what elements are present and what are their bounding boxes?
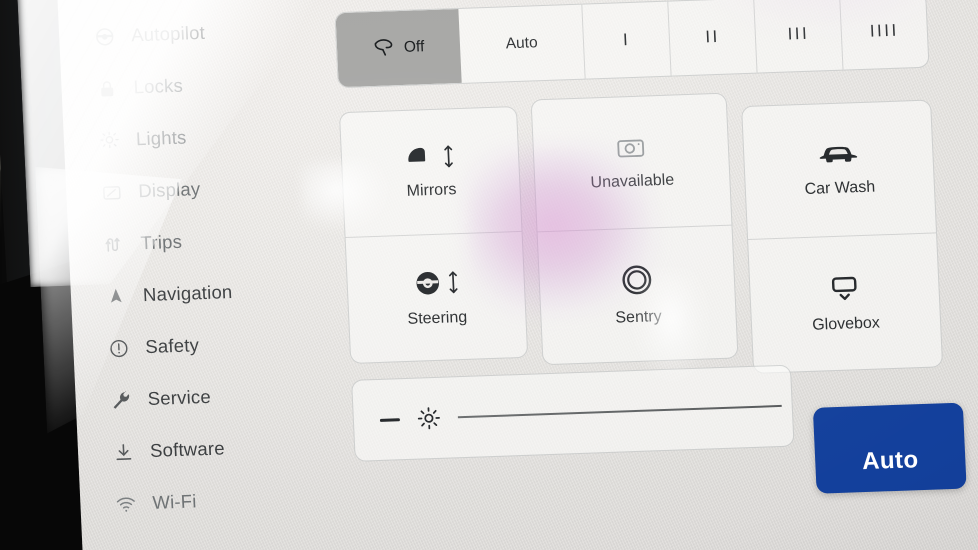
wiper-option-label: III [787, 23, 810, 44]
photo-of-tesla-touchscreen: Autopilot Locks Lights Display Trips Nav… [0, 0, 978, 550]
touchscreen: Autopilot Locks Lights Display Trips Nav… [56, 0, 978, 550]
sidebar-item-autopilot[interactable]: Autopilot [58, 3, 310, 64]
tile-label: Steering [407, 308, 468, 328]
tile-column-middle: Unavailable Sentry [530, 92, 739, 366]
glovebox-tile[interactable]: Glovebox [748, 233, 942, 372]
sidebar-item-safety[interactable]: Safety [72, 315, 324, 376]
steering-tile[interactable]: Steering [346, 232, 528, 363]
wifi-icon [114, 493, 137, 516]
tile-label: Mirrors [406, 181, 457, 200]
sidebar-item-label: Trips [140, 230, 183, 254]
exclamation-circle-icon [107, 337, 130, 360]
sentry-circle-icon [619, 262, 655, 297]
sidebar-item-label: Display [137, 178, 201, 202]
auto-button-label: Auto [861, 446, 920, 476]
controls-tile-grid: Mirrors Steering Unavailable Sentry Car … [338, 86, 944, 374]
sidebar-item-label: Lights [135, 126, 187, 150]
sidebar-item-trips[interactable]: Trips [68, 211, 320, 272]
sidebar-item-label: Autopilot [130, 21, 206, 46]
wrench-icon [109, 389, 132, 412]
tile-column-right: Car Wash Glovebox [741, 99, 944, 374]
sidebar-item-label: Safety [144, 334, 200, 358]
steering-adjust-icon [412, 267, 460, 299]
wiper-option-label: I [622, 30, 631, 50]
mirrors-tile[interactable]: Mirrors [339, 107, 522, 239]
wiper-speed-control: Off Auto I II III IIII [334, 0, 930, 89]
trips-icon [102, 233, 125, 256]
tile-label: Car Wash [804, 178, 876, 198]
glovebox-icon [828, 273, 861, 304]
wiper-option-label: IIII [869, 20, 900, 41]
wiper-option-2[interactable]: II [668, 0, 758, 76]
steering-wheel-icon [93, 25, 116, 48]
wiper-option-label: II [704, 26, 721, 47]
sidebar-item-label: Service [147, 385, 212, 410]
sidebar-item-locks[interactable]: Locks [60, 55, 312, 116]
lock-icon [95, 77, 118, 100]
sidebar-item-label: Locks [133, 74, 184, 98]
lightbulb-icon [97, 129, 120, 152]
sidebar-item-label: Software [149, 437, 226, 461]
sidebar-item-label: Navigation [142, 281, 233, 306]
sentry-tile[interactable]: Sentry [538, 226, 738, 365]
camera-icon [615, 134, 646, 161]
car-front-icon [818, 141, 859, 168]
sidebar-item-label: Wi-Fi [151, 490, 198, 513]
brightness-slider[interactable] [457, 404, 782, 419]
dashcam-unavailable-tile[interactable]: Unavailable [531, 93, 732, 233]
sidebar-item-display[interactable]: Display [65, 159, 317, 220]
tile-label: Glovebox [811, 313, 881, 334]
sidebar: Autopilot Locks Lights Display Trips Nav… [56, 0, 334, 550]
wiper-option-off[interactable]: Off [335, 8, 462, 88]
navigation-arrow-icon [105, 285, 128, 308]
brightness-row [351, 364, 795, 462]
display-icon [100, 181, 123, 204]
download-icon [112, 441, 135, 464]
auto-brightness-button[interactable]: Auto [812, 402, 967, 494]
controls-content: Fold Mirrors Child Lock Off Window Lock [324, 0, 967, 550]
wiper-option-4[interactable]: IIII [840, 0, 928, 70]
wiper-option-label: Off [403, 38, 425, 56]
tile-label: Sentry [615, 308, 663, 327]
sidebar-item-navigation[interactable]: Navigation [70, 263, 322, 324]
tile-column-left: Mirrors Steering [338, 105, 529, 364]
wiper-option-label: Auto [505, 34, 539, 53]
mirror-adjust-icon [405, 143, 455, 171]
windshield-wiper-icon [372, 36, 395, 62]
brightness-sun-icon [415, 405, 442, 432]
sidebar-item-service[interactable]: Service [75, 367, 327, 428]
sidebar-item-wifi[interactable]: Wi-Fi [79, 471, 331, 532]
sidebar-item-lights[interactable]: Lights [63, 107, 315, 168]
wiper-option-1[interactable]: I [582, 1, 672, 79]
wiper-option-auto[interactable]: Auto [458, 4, 586, 83]
car-wash-tile[interactable]: Car Wash [742, 100, 937, 240]
tile-label: Unavailable [590, 171, 675, 191]
wiper-option-3[interactable]: III [754, 0, 844, 73]
minus-icon[interactable] [379, 417, 400, 422]
sidebar-item-software[interactable]: Software [77, 419, 329, 480]
